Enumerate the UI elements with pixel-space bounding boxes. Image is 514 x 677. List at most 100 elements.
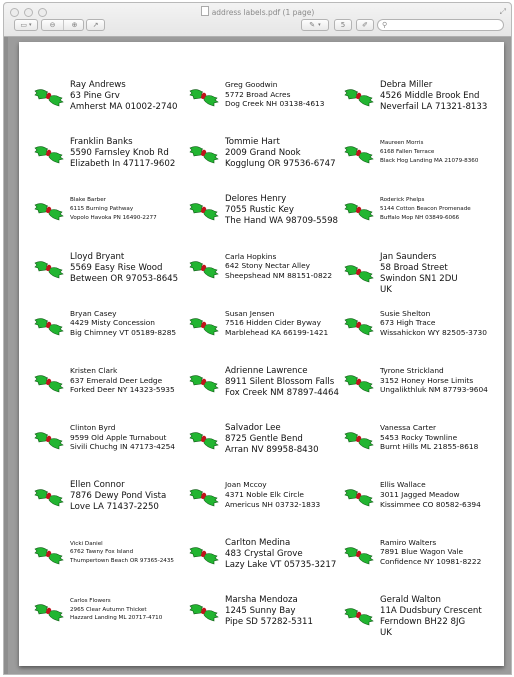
city-state-zip: Confidence NY 10981-8222 bbox=[380, 556, 482, 566]
zoom-in-button[interactable]: ⊕ bbox=[63, 20, 85, 30]
recipient-name: Bryan Casey bbox=[70, 308, 117, 318]
street-address: 8725 Gentle Bend bbox=[225, 434, 303, 445]
address-label: Tommie Hart 2009 Grand Nook Kogglung OR 97… bbox=[189, 137, 349, 197]
recipient-name: Debra Miller bbox=[380, 80, 433, 90]
sidebar-view-icon: ▭ bbox=[20, 21, 28, 29]
address-lines: Blake Barber 6115 Burning Pathway Vopolo H… bbox=[70, 196, 157, 222]
address-label: Delores Henry 7055 Rustic Key The Hand WA … bbox=[189, 194, 349, 254]
city-state-zip: Vopolo Havoka PN 16490-2277 bbox=[70, 214, 157, 221]
holly-icon bbox=[34, 489, 64, 507]
address-lines: Carla Hopkins 642 Stony Nectar Alley Sheep… bbox=[225, 252, 332, 281]
search-field[interactable]: ⚲ bbox=[377, 19, 504, 31]
recipient-name: Ellen Connor bbox=[70, 480, 125, 491]
street-address: 7891 Blue Wagon Vale bbox=[380, 547, 464, 557]
address-lines: Gerald Walton 11A Dudsbury Crescent Ferndo… bbox=[380, 595, 482, 639]
city-state-zip: Marblehead KA 66199-1421 bbox=[225, 327, 329, 337]
street-address: 4371 Noble Elk Circle bbox=[225, 489, 304, 499]
annotate-button[interactable]: ✎ ▾ bbox=[301, 19, 329, 31]
address-lines: Ellis Wallace 3011 Jagged Meadow Kissimmee… bbox=[380, 480, 481, 509]
search-input[interactable] bbox=[387, 20, 490, 30]
city-state-zip: Wissahickon WY 82505-3730 bbox=[380, 327, 487, 337]
address-lines: Franklin Banks 5590 Farnsley Knob Rd Eliza… bbox=[70, 137, 175, 170]
address-label: Ray Andrews 63 Pine Grv Amherst MA 01002-2… bbox=[34, 80, 194, 140]
recipient-name: Jan Saunders bbox=[380, 251, 437, 262]
city-state-zip: Pipe SD 57282-5311 bbox=[225, 616, 313, 627]
address-lines: Carlton Medina 483 Crystal Grove Lazy Lake… bbox=[225, 538, 336, 571]
holly-icon bbox=[344, 489, 374, 507]
address-lines: Kristen Clark 637 Emerald Deer Ledge Forke… bbox=[70, 366, 175, 395]
recipient-name: Ray Andrews bbox=[70, 80, 126, 90]
recipient-name: Adrienne Lawrence bbox=[225, 366, 308, 376]
rotate-button[interactable]: 5 bbox=[334, 19, 352, 31]
address-label: Bryan Casey 4429 Misty Concession Big Chim… bbox=[34, 309, 194, 369]
address-label: Ramiro Walters 7891 Blue Wagon Vale Confid… bbox=[344, 538, 504, 598]
street-address: 642 Stony Nectar Alley bbox=[225, 261, 311, 271]
address-label: Vanessa Carter 5453 Rocky Townline Burnt H… bbox=[344, 423, 504, 483]
city-state-zip: Lazy Lake VT 05735-3217 bbox=[225, 559, 337, 570]
street-address: 58 Broad Street bbox=[380, 262, 448, 273]
city-state-zip: Ungalikthluk NM 87793-9604 bbox=[380, 385, 488, 395]
recipient-name: Kristen Clark bbox=[70, 366, 118, 375]
city-state-zip: Burnt Hills ML 21855-8618 bbox=[380, 442, 479, 452]
recipient-name: Marsha Mendoza bbox=[225, 594, 298, 605]
city-state-zip: The Hand WA 98709-5598 bbox=[225, 216, 339, 227]
street-address: 7876 Dewy Pond Vista bbox=[70, 491, 167, 502]
holly-icon bbox=[344, 264, 374, 282]
recipient-name: Vicki Daniel bbox=[70, 540, 103, 547]
address-label: Carlton Medina 483 Crystal Grove Lazy Lake… bbox=[189, 538, 349, 598]
address-lines: Ramiro Walters 7891 Blue Wagon Vale Confid… bbox=[380, 538, 481, 567]
address-lines: Marsha Mendoza 1245 Sunny Bay Pipe SD 5728… bbox=[225, 595, 313, 628]
address-label: Carlos Flowers 2965 Clear Autumn Thicket H… bbox=[34, 595, 194, 655]
share-icon: ↗ bbox=[92, 21, 99, 29]
recipient-name: Franklin Banks bbox=[70, 137, 133, 148]
address-label: Vicki Daniel 6762 Tawny Fox Island Thumper… bbox=[34, 538, 194, 598]
holly-icon bbox=[344, 608, 374, 626]
holly-icon bbox=[189, 432, 219, 450]
street-address: 63 Pine Grv bbox=[70, 91, 120, 101]
recipient-name: Maureen Morris bbox=[380, 140, 424, 147]
zoom-out-button[interactable]: ⊖ bbox=[42, 20, 63, 30]
address-label: Franklin Banks 5590 Farnsley Knob Rd Eliza… bbox=[34, 137, 194, 197]
address-lines: Maureen Morris 6168 Fallen Terrace Black H… bbox=[380, 139, 478, 165]
city-state-zip: Neverfail LA 71321-8133 bbox=[380, 102, 488, 112]
street-address: 7055 Rustic Key bbox=[225, 205, 294, 216]
address-label: Marsha Mendoza 1245 Sunny Bay Pipe SD 5728… bbox=[189, 595, 349, 655]
address-label: Greg Goodwin 5772 Broad Acres Dog Creek NH… bbox=[189, 80, 349, 140]
address-lines: Jan Saunders 58 Broad Street Swindon SN1 2… bbox=[380, 252, 458, 296]
city-state-zip: Big Chimney VT 05189-8285 bbox=[70, 327, 177, 337]
recipient-name: Tyrone Strickland bbox=[380, 366, 444, 375]
recipient-name: Susie Shelton bbox=[380, 308, 431, 318]
holly-icon bbox=[344, 318, 374, 336]
street-address: 9599 Old Apple Turnabout bbox=[70, 432, 167, 442]
address-label: Blake Barber 6115 Burning Pathway Vopolo H… bbox=[34, 194, 194, 254]
city-state-zip: Sivili Chuchg IN 47173-4254 bbox=[70, 442, 175, 452]
view-menu-button[interactable]: ▭ ▾ bbox=[14, 19, 38, 31]
address-lines: Ellen Connor 7876 Dewy Pond Vista Love LA … bbox=[70, 480, 166, 513]
holly-icon bbox=[189, 546, 219, 564]
share-button[interactable]: ↗ bbox=[86, 19, 105, 31]
fullscreen-icon[interactable]: ⤢ bbox=[500, 7, 506, 17]
pdf-page: Ray Andrews 63 Pine Grv Amherst MA 01002-2… bbox=[19, 42, 504, 666]
street-address: 673 High Trace bbox=[380, 318, 436, 328]
street-address: 5144 Cotton Beacon Promenade bbox=[380, 206, 471, 213]
address-label: Tyrone Strickland 3152 Honey Horse Limits… bbox=[344, 366, 504, 426]
address-lines: Bryan Casey 4429 Misty Concession Big Chim… bbox=[70, 309, 176, 338]
holly-icon bbox=[189, 146, 219, 164]
city-state-zip: Dog Creek NH 03138-4613 bbox=[225, 99, 325, 109]
recipient-name: Carla Hopkins bbox=[225, 251, 277, 261]
address-label: Adrienne Lawrence 8911 Silent Blossom Fal… bbox=[189, 366, 349, 426]
city-state-zip: Americus NH 03732-1833 bbox=[225, 499, 321, 509]
city-state-zip: Forked Deer NY 14323-5935 bbox=[70, 385, 175, 395]
address-label: Jan Saunders 58 Broad Street Swindon SN1 2… bbox=[344, 252, 504, 312]
address-lines: Joan Mccoy 4371 Noble Elk Circle Americus … bbox=[225, 480, 320, 509]
document-view[interactable]: Ray Andrews 63 Pine Grv Amherst MA 01002-2… bbox=[4, 37, 511, 674]
recipient-name: Ramiro Walters bbox=[380, 537, 437, 547]
holly-icon bbox=[344, 146, 374, 164]
address-lines: Delores Henry 7055 Rustic Key The Hand WA … bbox=[225, 194, 338, 227]
holly-icon bbox=[189, 604, 219, 622]
street-address: 7516 Hidden Cider Byway bbox=[225, 318, 321, 328]
edit-toolbar-button[interactable]: ✐ bbox=[356, 19, 374, 31]
recipient-name: Lloyd Bryant bbox=[70, 251, 125, 262]
zoom-control-group: ⊖ ⊕ bbox=[41, 19, 84, 31]
holly-icon bbox=[34, 546, 64, 564]
